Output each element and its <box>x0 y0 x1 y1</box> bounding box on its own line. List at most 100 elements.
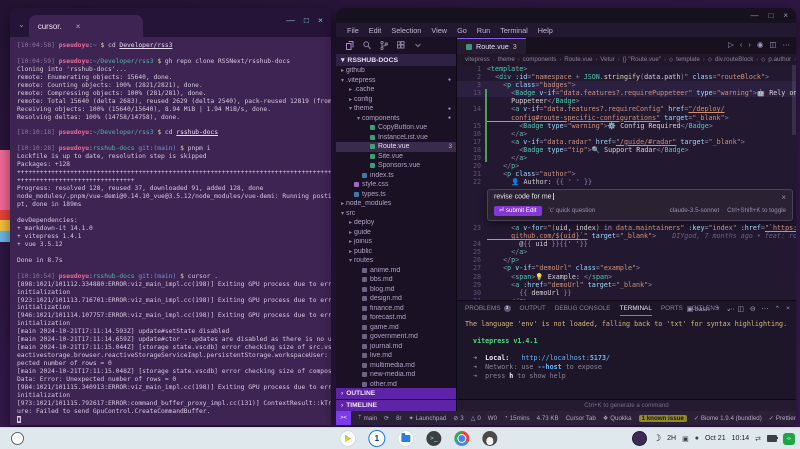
app-linux-penguin-icon[interactable] <box>482 431 497 446</box>
run-circle-icon[interactable]: ◉ <box>757 40 764 49</box>
search-icon[interactable] <box>363 41 371 50</box>
menu-terminal[interactable]: Terminal <box>495 26 533 35</box>
breadcrumb-item[interactable]: template <box>676 56 700 63</box>
status-main[interactable]: ᛘmain <box>358 415 377 422</box>
status-cursor-tab[interactable]: Cursor Tab <box>566 415 596 422</box>
tree-item-deploy[interactable]: ▸deploy <box>336 218 456 228</box>
menu-view[interactable]: View <box>426 26 452 35</box>
git-branch-icon[interactable] <box>380 41 388 50</box>
sidebar-sections[interactable]: ›OUTLINE›TIMELINE <box>336 387 456 411</box>
tree-item-game.md[interactable]: game.md <box>336 323 456 333</box>
run-icon[interactable]: ▷ <box>728 40 734 49</box>
app-files-icon[interactable] <box>398 431 413 446</box>
inline-ai-edit-widget[interactable]: revise code for me × ⏎ submit Edit 'c' q… <box>487 189 793 221</box>
file-tree[interactable]: ▸github▾.vitepress●▸.cache▸config▾theme●… <box>336 66 456 387</box>
menu-edit[interactable]: Edit <box>364 26 387 35</box>
breadcrumb-item[interactable]: vitepress <box>465 56 490 63</box>
status-prettier[interactable]: ✓Prettier <box>769 415 796 422</box>
more-actions-icon[interactable]: ⋯ <box>762 305 769 313</box>
submit-edit-button[interactable]: ⏎ submit Edit <box>494 206 542 216</box>
breadcrumb[interactable]: vitepress›theme›components›Route.vue›Vet… <box>457 54 796 65</box>
maximize-button[interactable]: □ <box>768 11 773 20</box>
menu-file[interactable]: File <box>342 26 364 35</box>
launcher-button[interactable] <box>11 432 24 445</box>
tree-item-new-media.md[interactable]: new-media.md <box>336 370 456 380</box>
terminal-titlebar[interactable]: ⌄ cursor. × — □ × <box>10 8 331 37</box>
terminal-tab[interactable]: cursor. × <box>29 15 143 37</box>
section-outline[interactable]: ›OUTLINE <box>336 388 456 399</box>
tree-item-finance.md[interactable]: finance.md <box>336 304 456 314</box>
model-selector[interactable]: claude-3.5-sonnet <box>670 207 720 215</box>
terminal-window[interactable]: ⌄ cursor. × — □ × [10:04:58] pseudoyu:~ $ … <box>10 8 331 425</box>
tree-item-CopyButton.vue[interactable]: CopyButton.vue <box>336 123 456 133</box>
tree-item-src[interactable]: ▾src <box>336 209 456 219</box>
code-editor-window[interactable]: — □ × FileEditSelectionViewGoRunTerminalHe… <box>336 8 796 425</box>
code-editor[interactable]: 1<template>2 <div :id="namespace + JSON.… <box>457 65 796 300</box>
status-0[interactable]: △0 <box>471 415 481 422</box>
integrated-terminal[interactable]: The language 'env' is not loaded, fallin… <box>457 316 796 399</box>
tray-date[interactable]: Oct 21 <box>705 435 726 442</box>
close-icon[interactable]: × <box>76 22 81 31</box>
breadcrumb-item[interactable]: Route.vue <box>564 56 592 63</box>
menu-help[interactable]: Help <box>533 26 558 35</box>
maximize-button[interactable]: □ <box>304 15 309 25</box>
breadcrumb-item[interactable]: p.author <box>768 56 791 63</box>
editor-area[interactable]: Route.vue 3 ▷‹›◉◫⋯ vitepress›theme›compo… <box>457 37 796 411</box>
chromeos-shelf[interactable]: 1>_ ☽ 2H ▣ ● Oct 21 10:14 ⇄ ‹› <box>0 427 800 449</box>
app-password-manager-icon[interactable]: 1 <box>368 430 385 447</box>
status-w0[interactable]: W0 <box>488 415 497 422</box>
ai-prompt-input[interactable]: revise code for me <box>494 193 554 201</box>
menu-selection[interactable]: Selection <box>386 26 426 35</box>
close-button[interactable]: × <box>783 11 788 20</box>
shell-selector[interactable]: ▣ bash <box>687 305 710 313</box>
tree-item-components[interactable]: ▾components● <box>336 114 456 124</box>
minimize-button[interactable]: — <box>286 15 295 25</box>
panel-tab-ports[interactable]: PORTS <box>661 301 683 316</box>
avatar[interactable] <box>632 431 647 446</box>
terminal-output[interactable]: [10:04:58] pseudoyu:~ $ cd Developer/rss… <box>10 37 331 425</box>
tree-item-joinus[interactable]: ▸joinus <box>336 237 456 247</box>
chevron-down-icon[interactable] <box>414 41 422 50</box>
terminal-window-controls[interactable]: —□× <box>286 15 323 25</box>
tree-item-routes[interactable]: ▾routes <box>336 256 456 266</box>
status-bar[interactable]: ><ᛘmain⟳8r✦Launchpad⊘3△0W0◔15mins4.73 KB… <box>336 411 796 425</box>
tree-item-anime.md[interactable]: anime.md <box>336 266 456 276</box>
tree-item-other.md[interactable]: other.md <box>336 380 456 388</box>
more-actions-icon[interactable]: ⋯ <box>783 40 791 49</box>
editor-menubar[interactable]: FileEditSelectionViewGoRunTerminalHelp <box>336 23 796 37</box>
tree-item-.cache[interactable]: ▸.cache <box>336 85 456 95</box>
status-15mins[interactable]: ◔15mins <box>504 415 530 422</box>
panel-tabs[interactable]: PROBLEMS3OUTPUTDEBUG CONSOLETERMINALPORT… <box>457 301 796 316</box>
panel-tab-terminal[interactable]: TERMINAL <box>620 301 652 316</box>
tree-item-index.ts[interactable]: index.ts <box>336 171 456 181</box>
tree-item-github[interactable]: ▸github <box>336 66 456 76</box>
tree-item-bbs.md[interactable]: bbs.md <box>336 275 456 285</box>
status-3[interactable]: ⊘3 <box>453 415 463 422</box>
breadcrumb-item[interactable]: {} "Route.vue" <box>623 56 661 63</box>
tree-item-style.css[interactable]: style.css <box>336 180 456 190</box>
chevron-down-icon[interactable]: ⌄ <box>18 20 25 29</box>
tray-clock[interactable]: 10:14 <box>732 435 750 442</box>
editor-titlebar[interactable]: — □ × <box>336 8 796 23</box>
minimize-button[interactable]: — <box>750 11 758 20</box>
breadcrumb-item[interactable]: div.routeBlock <box>715 56 753 63</box>
tree-item-InstanceList.vue[interactable]: InstanceList.vue <box>336 133 456 143</box>
forward-icon[interactable]: › <box>748 40 751 49</box>
app-terminal-icon[interactable]: >_ <box>426 431 441 446</box>
chevron-down-icon[interactable]: ⌄ <box>726 305 732 313</box>
tree-item-Site.vue[interactable]: Site.vue <box>336 152 456 162</box>
tree-item-types.ts[interactable]: types.ts <box>336 190 456 200</box>
tree-item-Route.vue[interactable]: Route.vue3 <box>336 142 456 152</box>
panel-actions[interactable]: ▣ bash+⌄◫⊖⋯⌃× <box>687 301 790 316</box>
breadcrumb-item[interactable]: components <box>523 56 557 63</box>
bottom-panel[interactable]: PROBLEMS3OUTPUTDEBUG CONSOLETERMINALPORT… <box>457 300 796 411</box>
status-launchpad[interactable]: ✦Launchpad <box>409 415 447 422</box>
tree-item-blog.md[interactable]: blog.md <box>336 285 456 295</box>
tree-item-Sponsors.vue[interactable]: Sponsors.vue <box>336 161 456 171</box>
code-app-status-icon[interactable]: ‹› <box>783 433 795 445</box>
section-timeline[interactable]: ›TIMELINE <box>336 400 456 411</box>
tree-item-config[interactable]: ▸config <box>336 95 456 105</box>
editor-tabbar[interactable]: Route.vue 3 ▷‹›◉◫⋯ <box>457 37 796 54</box>
close-icon[interactable]: × <box>781 194 786 202</box>
panel-tab-problems[interactable]: PROBLEMS3 <box>465 301 511 316</box>
